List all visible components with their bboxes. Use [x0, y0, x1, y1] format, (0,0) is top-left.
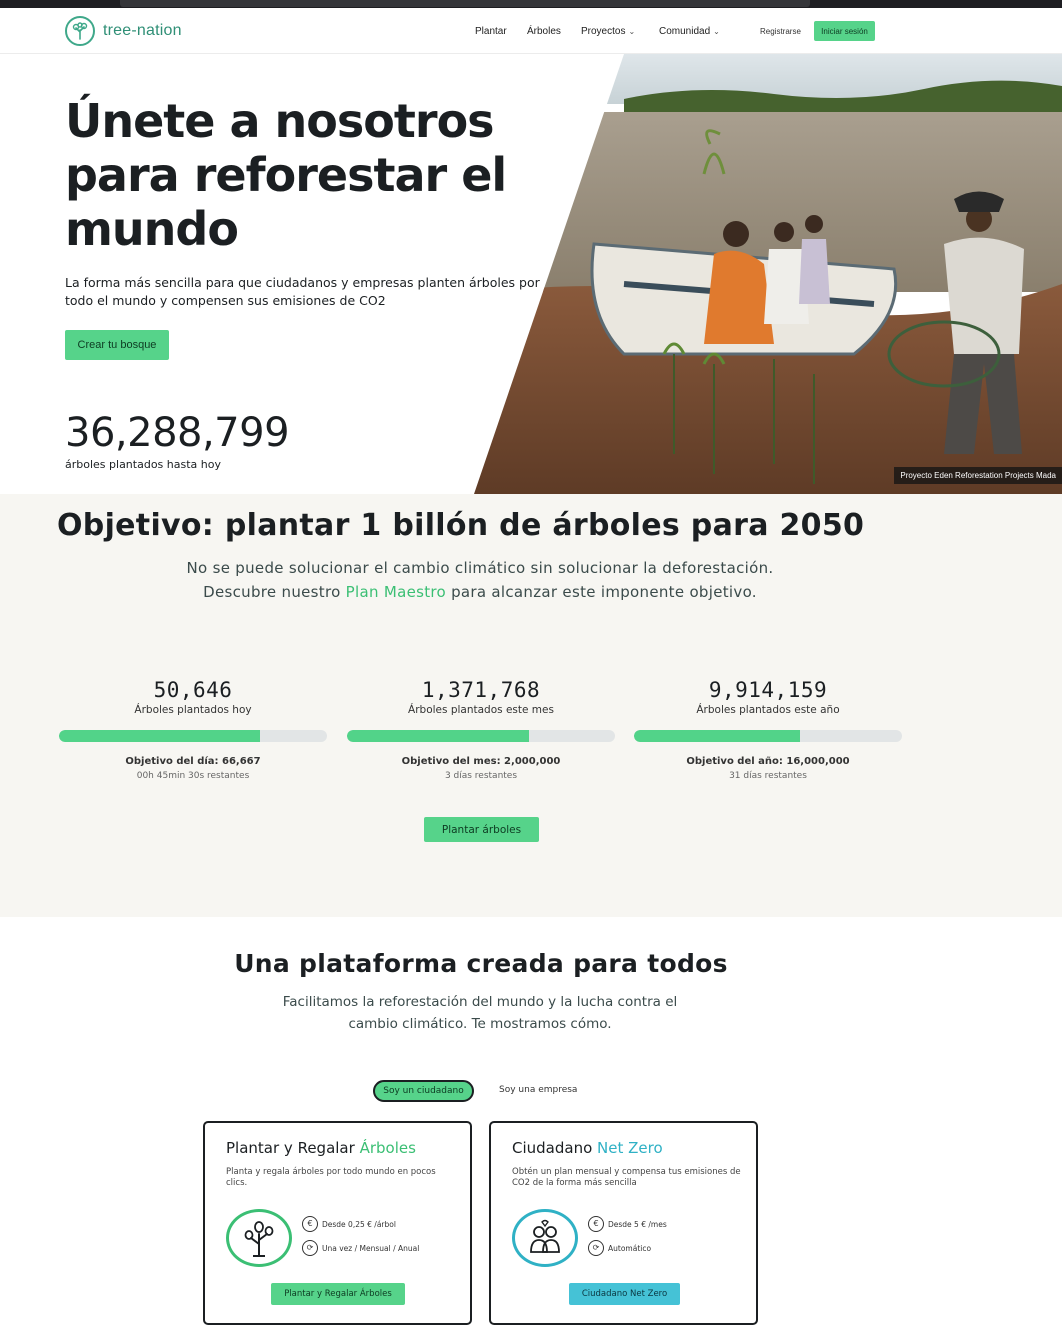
card-title-accent: Net Zero: [597, 1139, 663, 1157]
stat-month: 1,371,768 Árboles plantados este mes Obj…: [347, 678, 615, 781]
nav-link-plantar[interactable]: Plantar: [475, 26, 507, 37]
hero-subtitle: La forma más sencilla para que ciudadano…: [65, 275, 540, 308]
people-group-icon: [512, 1209, 578, 1267]
feature-frequency-text: Automático: [608, 1243, 652, 1253]
logo-text: tree-nation: [103, 22, 182, 39]
stat-label: Árboles plantados este mes: [408, 704, 554, 716]
stat-label: Árboles plantados hoy: [134, 704, 252, 716]
stat-remaining: 3 días restantes: [444, 771, 518, 781]
tree-logo-icon: [65, 16, 95, 46]
stat-remaining: 00h 45min 30s restantes: [136, 771, 250, 781]
card-title: Plantar y Regalar Árboles: [226, 1139, 416, 1157]
feature-price-text: Desde 0,25 € /árbol: [322, 1219, 396, 1229]
card-net-zero-citizen: Ciudadano Net Zero Obtén un plan mensual…: [489, 1121, 758, 1325]
stat-label: Árboles plantados este año: [696, 704, 840, 716]
stat-today: 50,646 Árboles plantados hoy Objetivo de…: [59, 678, 327, 781]
plant-trees-button[interactable]: Plantar árboles: [424, 817, 539, 842]
tree-sprout-icon: [226, 1209, 292, 1267]
photo-caption: Proyecto Eden Reforestation Projects Mad…: [894, 467, 1062, 484]
hero-title: Únete a nosotros para reforestar el mund…: [65, 94, 507, 256]
toggle-company[interactable]: Soy una empresa: [499, 1085, 577, 1095]
master-plan-link[interactable]: Plan Maestro: [346, 583, 446, 601]
chevron-down-icon: ⌄: [713, 27, 720, 36]
create-forest-button[interactable]: Crear tu bosque: [65, 330, 169, 360]
register-link[interactable]: Registrarse: [760, 27, 801, 36]
progress-fill: [634, 730, 801, 742]
net-zero-citizen-button[interactable]: Ciudadano Net Zero: [569, 1283, 680, 1305]
recurring-icon: ⟳: [302, 1240, 318, 1256]
recurring-icon: ⟳: [588, 1240, 604, 1256]
price-tag-icon: €: [588, 1216, 604, 1232]
nav-link-proyectos-label: Proyectos: [581, 26, 626, 37]
goal-text-after: para alcanzar este imponente objetivo.: [446, 583, 757, 601]
platform-title: Una plataforma creada para todos: [234, 949, 728, 978]
chevron-down-icon: ⌄: [628, 27, 636, 36]
nav-link-comunidad[interactable]: Comunidad ⌄: [659, 26, 720, 37]
progress-fill: [59, 730, 260, 742]
stat-target: Objetivo del día: 66,667: [125, 756, 261, 767]
stat-target: Objetivo del mes: 2,000,000: [401, 756, 561, 767]
progress-bar: [347, 730, 615, 742]
browser-chrome-strip: [0, 0, 1062, 8]
feature-frequency: ⟳ Una vez / Mensual / Anual: [302, 1240, 419, 1256]
stat-year: 9,914,159 Árboles plantados este año Obj…: [634, 678, 902, 781]
login-button[interactable]: Iniciar sesión: [814, 21, 875, 41]
plant-gift-trees-button[interactable]: Plantar y Regalar Árboles: [271, 1283, 405, 1305]
goal-description: No se puede solucionar el cambio climáti…: [180, 556, 780, 604]
nav-link-arboles[interactable]: Árboles: [527, 26, 561, 37]
stat-remaining: 31 días restantes: [729, 771, 807, 781]
toggle-citizen[interactable]: Soy un ciudadano: [373, 1080, 474, 1102]
stat-value: 50,646: [153, 678, 233, 702]
top-navigation: tree-nation Plantar Árboles Proyectos ⌄ C…: [0, 8, 1062, 54]
hero-photo-mangrove-planting: Proyecto Eden Reforestation Projects Mad…: [474, 54, 1062, 494]
trees-planted-counter-label: árboles plantados hasta hoy: [65, 458, 221, 471]
feature-price-text: Desde 5 € /mes: [608, 1219, 667, 1229]
nav-link-comunidad-label: Comunidad: [659, 26, 711, 37]
card-title-prefix: Plantar y Regalar: [226, 1139, 360, 1157]
progress-fill: [347, 730, 530, 742]
browser-url-bar[interactable]: [120, 0, 810, 7]
hero-section: Proyecto Eden Reforestation Projects Mad…: [0, 54, 1062, 494]
card-title: Ciudadano Net Zero: [512, 1139, 663, 1157]
progress-bar: [59, 730, 327, 742]
progress-bar: [634, 730, 902, 742]
card-description: Obtén un plan mensual y compensa tus emi…: [512, 1167, 741, 1188]
feature-price: € Desde 5 € /mes: [588, 1216, 667, 1232]
card-title-prefix: Ciudadano: [512, 1139, 598, 1157]
stat-value: 1,371,768: [421, 678, 541, 702]
platform-description: Facilitamos la reforestación del mundo y…: [282, 994, 678, 1032]
card-title-accent: Árboles: [359, 1139, 416, 1157]
card-description: Planta y regala árboles por todo mundo e…: [226, 1167, 436, 1188]
stat-value: 9,914,159: [708, 678, 828, 702]
price-tag-icon: €: [302, 1216, 318, 1232]
stat-target: Objetivo del año: 16,000,000: [686, 756, 850, 767]
goal-title: Objetivo: plantar 1 billón de árboles pa…: [57, 508, 865, 543]
feature-frequency: ⟳ Automático: [588, 1240, 651, 1256]
platform-section: Una plataforma creada para todos Facilit…: [0, 917, 1062, 1336]
nav-link-proyectos[interactable]: Proyectos ⌄: [581, 26, 635, 37]
feature-price: € Desde 0,25 € /árbol: [302, 1216, 396, 1232]
card-plant-gift-trees: Plantar y Regalar Árboles Planta y regal…: [203, 1121, 472, 1325]
goal-section: Objetivo: plantar 1 billón de árboles pa…: [0, 494, 1062, 917]
feature-frequency-text: Una vez / Mensual / Anual: [322, 1243, 420, 1253]
tree-nation-logo[interactable]: tree-nation: [65, 16, 182, 46]
trees-planted-counter: 36,288,799: [65, 410, 290, 456]
